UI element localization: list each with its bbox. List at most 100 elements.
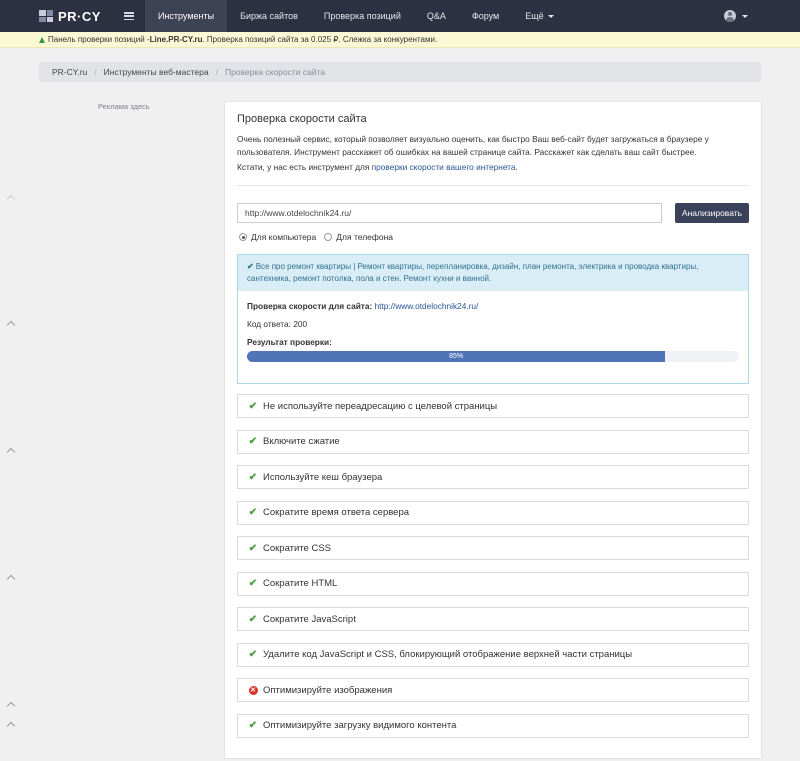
- nav-item-site-exchange[interactable]: Биржа сайтов: [227, 0, 311, 32]
- nav-item-label: Форум: [471, 11, 500, 21]
- chevron-up-icon[interactable]: [6, 320, 16, 330]
- check-icon: ✔: [248, 471, 258, 483]
- page-title: Проверка скорости сайта: [237, 113, 367, 125]
- score-progress: 85%: [247, 351, 739, 362]
- recommendation-label: Оптимизируйте загрузку видимого контента: [263, 720, 457, 731]
- check-icon-mark: ✔: [248, 542, 258, 554]
- score-progress-bar: 85%: [247, 351, 666, 362]
- main-nav: Инструменты Биржа сайтов Проверка позици…: [144, 0, 567, 32]
- recommendation-item[interactable]: ✕ Оптимизируйте изображения: [237, 678, 749, 702]
- chevron-up-icon[interactable]: [6, 574, 16, 584]
- radio-mobile[interactable]: [324, 233, 333, 241]
- check-icon: ✔: [248, 436, 258, 447]
- breadcrumb-item-home[interactable]: PR-CY.ru: [52, 67, 87, 77]
- check-icon: ✔: [248, 720, 258, 731]
- recommendation-label: Сократите JavaScript: [263, 613, 356, 625]
- site-logo[interactable]: PR·CY: [39, 0, 101, 32]
- url-input[interactable]: [237, 203, 662, 223]
- analyze-button[interactable]: Анализировать: [675, 203, 749, 223]
- recommendation-label: Используйте кеш браузера: [263, 471, 383, 483]
- internet-speed-link[interactable]: проверки скорости вашего интернета: [372, 162, 516, 172]
- recommendation-label: Сократите HTML: [263, 578, 338, 589]
- check-icon-mark: ✔: [248, 649, 258, 660]
- speed-check-url[interactable]: http://www.otdelochnik24.ru/: [375, 301, 479, 311]
- ad-placeholder[interactable]: Реклама здесь: [98, 102, 150, 111]
- nav-item-qa[interactable]: Q&A: [414, 0, 459, 32]
- page-description: Очень полезный сервис, который позволяет…: [237, 134, 709, 157]
- recommendation-item[interactable]: ✔ Удалите код JavaScript и CSS, блокирующ…: [237, 642, 749, 667]
- check-icon-mark: ✔: [248, 578, 258, 589]
- chevron-up-icon[interactable]: [6, 721, 16, 731]
- arrow-up-icon: [39, 36, 45, 43]
- logo-icon: [39, 10, 53, 22]
- nav-item-label: Ещё: [525, 11, 544, 21]
- check-icon: ✔: [248, 400, 258, 412]
- check-icon-mark: ✔: [248, 507, 258, 518]
- speed-check-label: Проверка скорости для сайта:: [247, 301, 373, 311]
- promo-prefix: Панель проверки позиций -: [48, 35, 150, 44]
- recommendation-item[interactable]: ✔ Сократите JavaScript: [237, 607, 749, 631]
- recommendation-label: Сократите CSS: [263, 542, 332, 554]
- error-icon-mark: ✕: [248, 685, 258, 695]
- recommendation-item[interactable]: ✔ Не используйте переадресацию с целевой …: [237, 394, 749, 418]
- check-icon: ✔: [248, 613, 258, 625]
- nav-item-forum[interactable]: Форум: [459, 0, 512, 32]
- recommendation-item[interactable]: ✔ Используйте кеш браузера: [237, 465, 749, 489]
- promo-bar[interactable]: Панель проверки позиций - Line.PR-CY.ru.…: [0, 32, 800, 48]
- check-icon-mark: ✔: [248, 720, 258, 731]
- breadcrumb-item-tools[interactable]: Инструменты веб-мастера: [104, 67, 209, 77]
- nav-item-position-check[interactable]: Проверка позиций: [311, 0, 414, 32]
- user-menu[interactable]: [724, 10, 748, 22]
- response-code: Код ответа: 200: [247, 319, 308, 329]
- chevron-up-icon[interactable]: [6, 194, 16, 204]
- top-navbar: PR·CY Инструменты Биржа сайтов Проверка …: [0, 0, 800, 32]
- breadcrumb: PR-CY.ru / Инструменты веб-мастера / Про…: [39, 62, 761, 82]
- recommendation-label: Включите сжатие: [263, 436, 340, 447]
- site-title-text: Все про ремонт квартиры | Ремонт квартир…: [247, 262, 699, 283]
- logo-text: PR·CY: [58, 8, 101, 24]
- error-icon: ✕: [248, 685, 258, 695]
- recommendation-item[interactable]: ✔ Оптимизируйте загрузку видимого контент…: [237, 713, 749, 738]
- check-icon-mark: ✔: [248, 436, 258, 447]
- check-icon-mark: ✔: [248, 400, 258, 412]
- chevron-up-icon[interactable]: [6, 447, 16, 457]
- check-icon: ✔: [248, 578, 258, 589]
- recommendation-label: Оптимизируйте изображения: [263, 684, 393, 696]
- check-icon: ✔: [247, 262, 254, 271]
- recommendation-label: Удалите код JavaScript и CSS, блокирующи…: [263, 649, 633, 660]
- speed-check-line: Проверка скорости для сайта: http://www.…: [247, 300, 739, 318]
- breadcrumb-separator: /: [215, 67, 218, 77]
- breadcrumb-separator: /: [94, 67, 97, 77]
- result-label-text: Результат проверки:: [247, 337, 332, 347]
- nav-item-more[interactable]: Ещё: [512, 0, 566, 32]
- speed-check-card: Проверка скорости сайта Очень полезный с…: [224, 101, 762, 759]
- device-selector: Для компьютера Для телефона: [239, 232, 401, 242]
- nav-item-label: Инструменты: [157, 11, 215, 21]
- result-panel: ✔ Все про ремонт квартиры | Ремонт кварти…: [237, 254, 749, 384]
- radio-desktop-label[interactable]: Для компьютера: [251, 232, 316, 242]
- breadcrumb-current: Проверка скорости сайта: [224, 67, 326, 77]
- menu-icon[interactable]: [123, 12, 134, 20]
- recommendation-item[interactable]: ✔ Сократите HTML: [237, 571, 749, 596]
- note-prefix: Кстати, у нас есть инструмент для: [237, 162, 372, 172]
- note-suffix: .: [515, 162, 518, 172]
- radio-mobile-label[interactable]: Для телефона: [336, 232, 393, 242]
- user-icon: [724, 10, 736, 22]
- check-icon: ✔: [248, 507, 258, 518]
- check-icon: ✔: [248, 649, 258, 660]
- nav-item-instruments[interactable]: Инструменты: [144, 0, 228, 32]
- recommendation-label: Не используйте переадресацию с целевой с…: [263, 400, 498, 412]
- check-icon-mark: ✔: [248, 471, 258, 483]
- check-icon-mark: ✔: [248, 613, 258, 625]
- chevron-down-icon: [742, 14, 748, 18]
- check-icon: ✔: [248, 542, 258, 554]
- radio-desktop[interactable]: [239, 233, 247, 241]
- recommendation-item[interactable]: ✔ Включите сжатие: [237, 429, 749, 454]
- chevron-up-icon[interactable]: [6, 701, 16, 711]
- recommendation-item[interactable]: ✔ Сократите CSS: [237, 536, 749, 560]
- internet-speed-note: Кстати, у нас есть инструмент для провер…: [237, 162, 518, 172]
- divider: [237, 185, 749, 186]
- promo-site: Line.PR-CY.ru: [149, 35, 203, 44]
- recommendation-item[interactable]: ✔ Сократите время ответа сервера: [237, 500, 749, 525]
- nav-item-label: Q&A: [426, 11, 446, 21]
